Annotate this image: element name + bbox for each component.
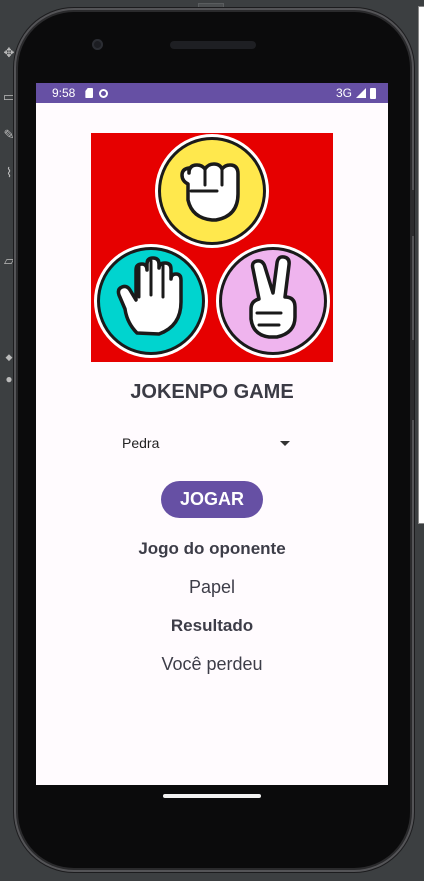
volume-button [411, 190, 414, 236]
front-camera [92, 39, 103, 50]
status-bar: 9:58 3G [36, 83, 388, 103]
network-type: 3G [335, 86, 352, 100]
paper-hand-icon [94, 244, 208, 358]
choice-select[interactable]: Pedra [122, 433, 292, 453]
rectangle-tool-icon[interactable]: ▭ [0, 88, 18, 106]
choice-select-value: Pedra [122, 435, 160, 451]
home-gesture-bar[interactable] [163, 794, 261, 798]
move-tool-icon[interactable]: ✥ [0, 44, 18, 62]
circle-icon: ● [5, 372, 13, 386]
page-title: JOKENPO GAME [130, 381, 294, 403]
earpiece-speaker [170, 41, 256, 49]
sync-icon [99, 88, 109, 98]
eyedropper-tool-icon[interactable]: ⌇ [0, 164, 18, 182]
diamond-icon: ◆ [5, 352, 13, 362]
play-button[interactable]: JOGAR [161, 481, 263, 518]
brush-tool-icon[interactable]: ✎ [0, 126, 18, 144]
signal-icon [356, 88, 366, 98]
sd-card-icon [85, 88, 94, 98]
hero-image [91, 133, 333, 362]
status-time: 9:58 [52, 86, 76, 100]
dropdown-arrow-icon[interactable] [280, 440, 290, 446]
opponent-heading: Jogo do oponente [138, 539, 286, 558]
result-heading: Resultado [170, 616, 254, 635]
rock-hand-icon [155, 134, 269, 248]
power-button [411, 340, 414, 420]
app-screen: 9:58 3G JOKENPO GAME Pedra JOGAR Jogo do… [36, 83, 388, 785]
scissors-hand-icon [216, 244, 330, 358]
result-text: Você perdeu [161, 654, 263, 674]
layer-icon[interactable]: ▱ [0, 252, 18, 270]
battery-icon [370, 87, 376, 99]
ide-right-panel [418, 6, 424, 524]
opponent-choice: Papel [188, 577, 236, 597]
